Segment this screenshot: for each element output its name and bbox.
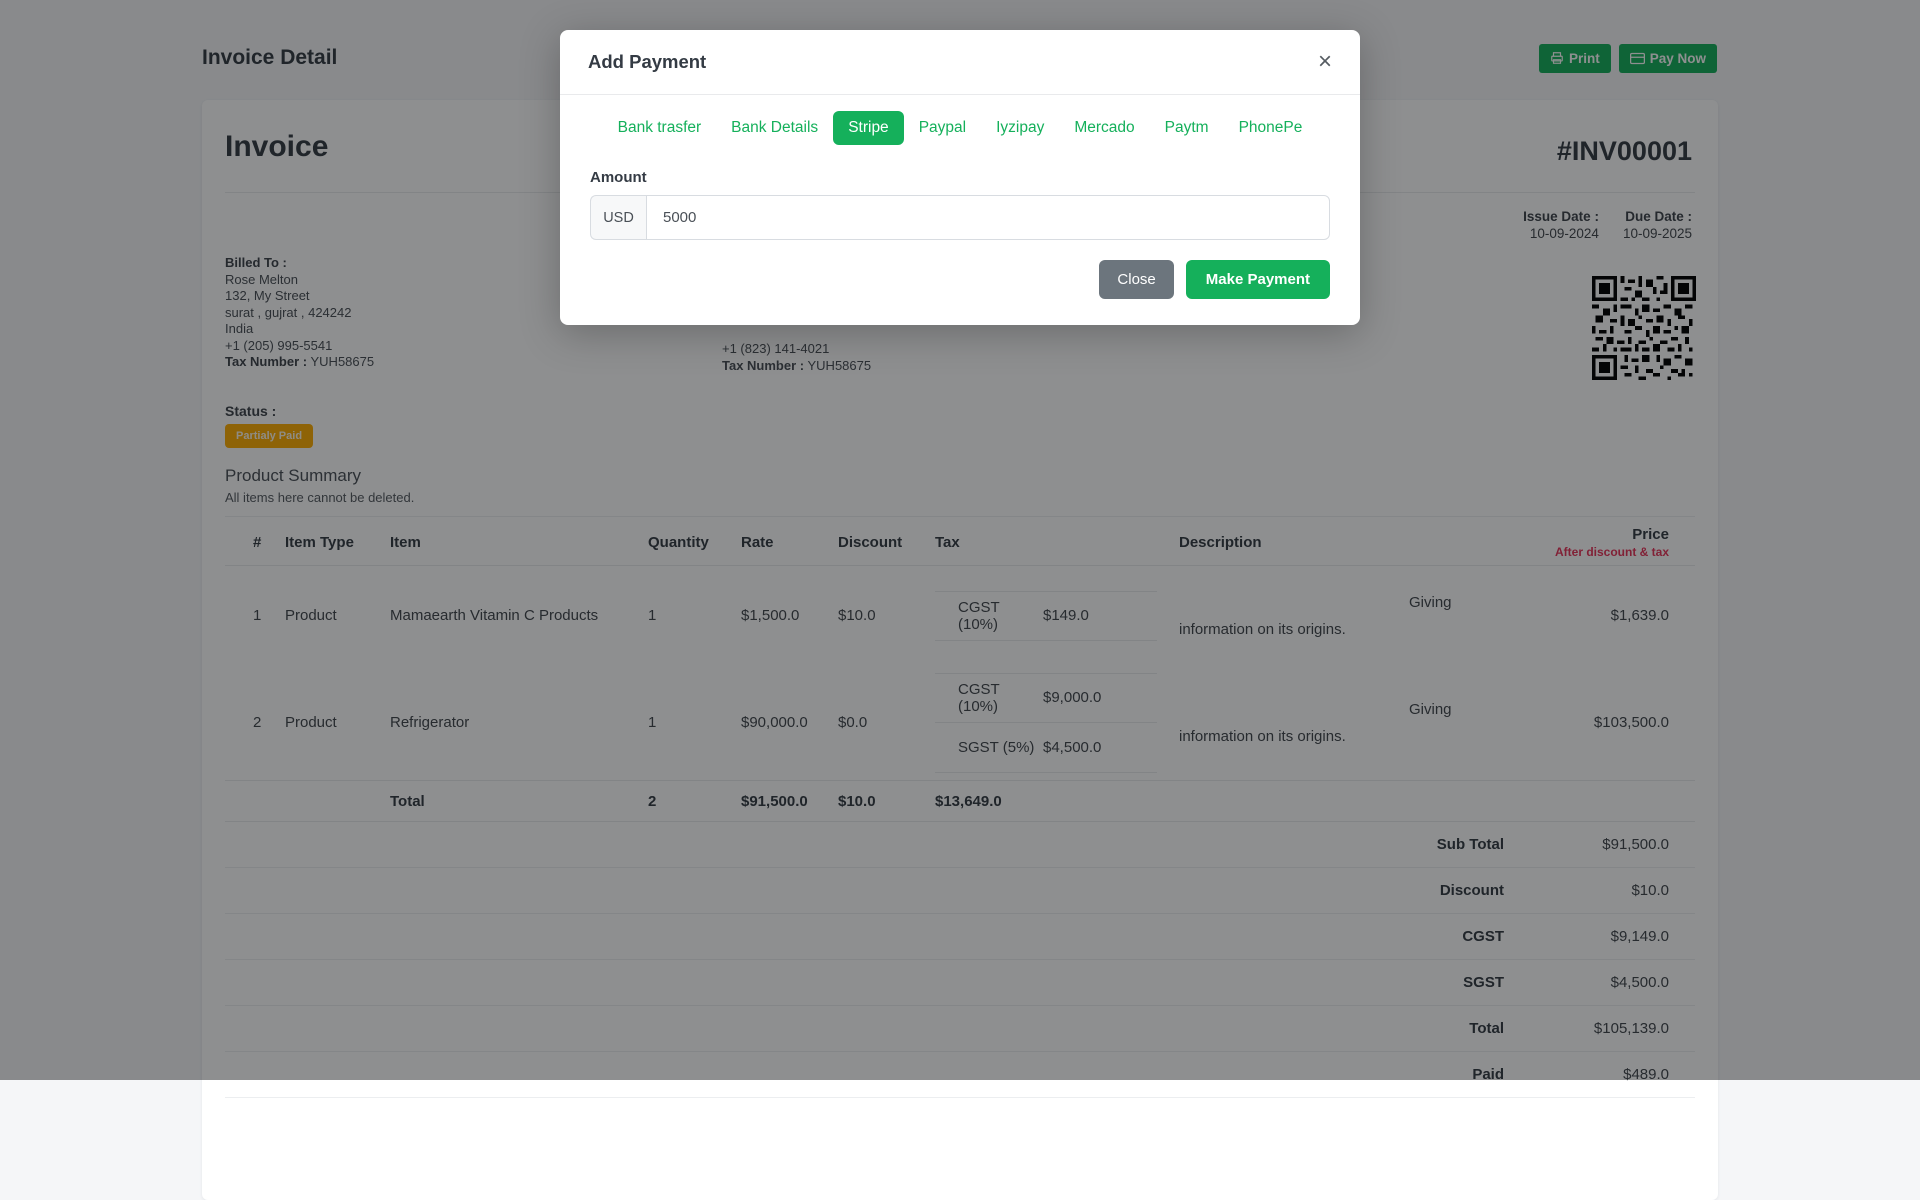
- amount-input-group: USD: [590, 195, 1330, 240]
- tab-stripe[interactable]: Stripe: [833, 111, 904, 145]
- add-payment-modal: Add Payment × Bank trasfer Bank Details …: [560, 30, 1360, 325]
- tab-bank-trasfer[interactable]: Bank trasfer: [603, 111, 717, 145]
- modal-body: Bank trasfer Bank Details Stripe Paypal …: [560, 95, 1360, 325]
- close-icon[interactable]: ×: [1318, 52, 1332, 72]
- payment-method-tabs: Bank trasfer Bank Details Stripe Paypal …: [590, 111, 1330, 145]
- modal-header: Add Payment ×: [560, 30, 1360, 95]
- make-payment-button[interactable]: Make Payment: [1186, 260, 1330, 299]
- modal-title: Add Payment: [588, 51, 706, 73]
- tab-iyzipay[interactable]: Iyzipay: [981, 111, 1059, 145]
- currency-prefix: USD: [590, 195, 646, 240]
- close-button[interactable]: Close: [1099, 260, 1173, 299]
- amount-input[interactable]: [646, 195, 1330, 240]
- tab-phonepe[interactable]: PhonePe: [1224, 111, 1318, 145]
- amount-label: Amount: [590, 169, 1330, 186]
- tab-paypal[interactable]: Paypal: [904, 111, 981, 145]
- tab-mercado[interactable]: Mercado: [1059, 111, 1149, 145]
- modal-footer: Close Make Payment: [590, 260, 1330, 299]
- tab-paytm[interactable]: Paytm: [1150, 111, 1224, 145]
- tab-bank-details[interactable]: Bank Details: [716, 111, 833, 145]
